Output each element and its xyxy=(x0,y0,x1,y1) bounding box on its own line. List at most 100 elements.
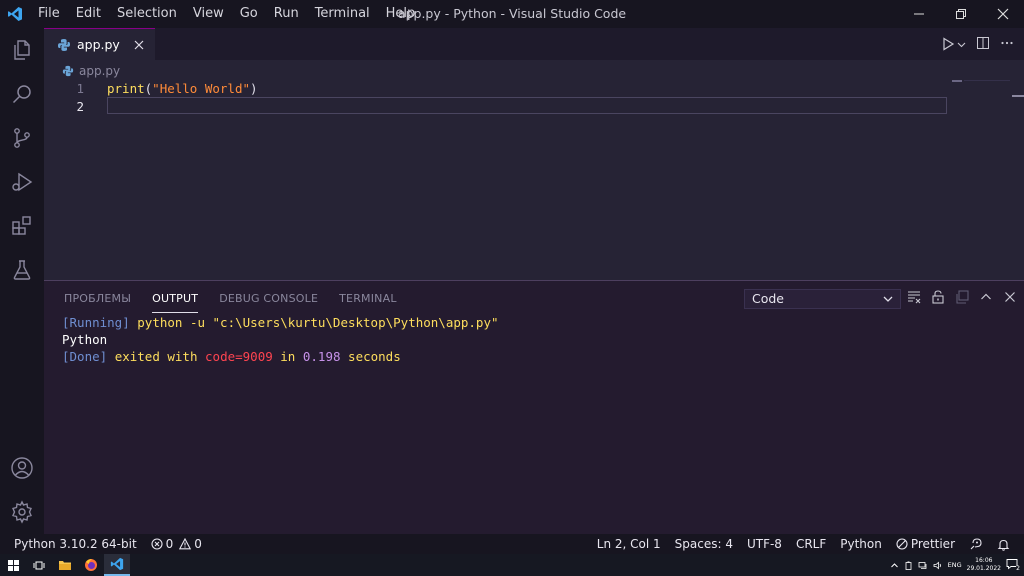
account-icon[interactable] xyxy=(0,446,44,490)
file-encoding[interactable]: UTF-8 xyxy=(747,537,782,551)
elapsed-value: 0.198 xyxy=(302,349,341,364)
output-channel-select[interactable]: Code xyxy=(744,289,901,309)
volume-icon[interactable] xyxy=(933,561,943,570)
line-number: 2 xyxy=(76,99,84,114)
run-debug-icon[interactable] xyxy=(0,160,44,204)
unlock-icon xyxy=(932,290,944,304)
output-line-result: Python xyxy=(62,332,108,347)
lock-scroll-button[interactable] xyxy=(930,289,946,305)
done-tag: [Done] xyxy=(62,349,108,364)
extensions-icon[interactable] xyxy=(0,204,44,248)
split-editor-icon xyxy=(977,36,989,49)
output-channel-value: Code xyxy=(752,291,785,306)
open-file-icon xyxy=(956,290,969,304)
start-button[interactable] xyxy=(0,554,26,576)
open-log-output-button[interactable] xyxy=(954,289,970,305)
line-number: 1 xyxy=(76,81,84,96)
breadcrumb[interactable]: app.py xyxy=(62,63,120,79)
token-function: print xyxy=(107,81,145,96)
prettier-status[interactable]: Prettier xyxy=(896,537,955,551)
current-line-highlight xyxy=(107,97,947,114)
panel-tabs: ПРОБЛЕМЫ OUTPUT DEBUG CONSOLE TERMINAL xyxy=(64,291,418,313)
minimap[interactable] xyxy=(952,80,962,82)
editor-scroll-shadow xyxy=(964,80,1010,81)
explorer-icon[interactable] xyxy=(0,28,44,72)
clock[interactable]: 16:06 29.01.2022 xyxy=(967,557,1001,573)
notifications-button[interactable] xyxy=(997,538,1010,551)
play-icon xyxy=(943,37,955,51)
testing-icon[interactable] xyxy=(0,248,44,292)
menu-go[interactable]: Go xyxy=(232,0,266,28)
prettier-label: Prettier xyxy=(910,537,955,551)
split-editor-button[interactable] xyxy=(976,35,990,54)
network-icon[interactable] xyxy=(918,561,928,570)
output-panel: ПРОБЛЕМЫ OUTPUT DEBUG CONSOLE TERMINAL C… xyxy=(44,280,1024,534)
tab-output[interactable]: OUTPUT xyxy=(152,291,199,313)
title-bar: File Edit Selection View Go Run Terminal… xyxy=(0,0,1024,28)
tab-label: app.py xyxy=(77,37,120,52)
code-editor[interactable]: 1 print("Hello World") 2 xyxy=(44,80,1024,280)
menu-terminal[interactable]: Terminal xyxy=(307,0,378,28)
maximize-panel-button[interactable] xyxy=(978,289,994,305)
chevron-up-icon[interactable] xyxy=(890,561,899,570)
close-window-button[interactable] xyxy=(982,0,1024,28)
exit-code: code=9009 xyxy=(205,349,273,364)
warning-icon xyxy=(179,538,192,550)
output-line-done: [Done] exited with code=9009 in 0.198 se… xyxy=(62,348,401,365)
folder-icon xyxy=(59,561,71,570)
close-tab-button[interactable] xyxy=(131,37,147,53)
menu-view[interactable]: View xyxy=(185,0,232,28)
firefox-taskbar-button[interactable] xyxy=(78,554,104,576)
tab-problems[interactable]: ПРОБЛЕМЫ xyxy=(64,291,131,313)
chevron-up-icon xyxy=(981,293,991,300)
error-count: 0 xyxy=(165,537,174,551)
action-center-button[interactable]: 2 xyxy=(1006,558,1020,572)
ellipsis-icon xyxy=(1001,41,1013,44)
battery-icon[interactable] xyxy=(904,561,913,570)
minimize-icon xyxy=(914,13,924,15)
code-line: 2 xyxy=(44,97,1024,116)
vscode-logo-icon xyxy=(0,0,30,28)
firefox-icon xyxy=(85,559,97,571)
clear-output-button[interactable] xyxy=(906,289,922,305)
source-control-icon[interactable] xyxy=(0,116,44,160)
python-file-icon xyxy=(62,65,74,77)
cursor-position[interactable]: Ln 2, Col 1 xyxy=(597,537,661,551)
python-file-icon xyxy=(58,38,70,51)
warning-count: 0 xyxy=(194,537,202,551)
menu-run[interactable]: Run xyxy=(266,0,307,28)
tab-terminal[interactable]: TERMINAL xyxy=(339,291,397,313)
indentation-setting[interactable]: Spaces: 4 xyxy=(675,537,733,551)
language-mode[interactable]: Python xyxy=(840,537,882,551)
python-interpreter-selector[interactable]: Python 3.10.2 64-bit xyxy=(14,537,137,551)
close-icon xyxy=(1005,292,1015,302)
close-panel-button[interactable] xyxy=(1002,289,1018,305)
activity-bar xyxy=(0,28,44,534)
minimize-button[interactable] xyxy=(898,0,940,28)
more-actions-button[interactable] xyxy=(1000,35,1014,54)
line-code: print("Hello World") xyxy=(107,80,258,98)
run-command: python -u "c:\Users\kurtu\Desktop\Python… xyxy=(137,315,499,330)
menu-selection[interactable]: Selection xyxy=(109,0,185,28)
settings-gear-icon[interactable] xyxy=(0,490,44,534)
end-of-line[interactable]: CRLF xyxy=(796,537,826,551)
tab-app-py[interactable]: app.py xyxy=(44,28,155,60)
search-icon[interactable] xyxy=(0,72,44,116)
window-controls xyxy=(898,0,1024,28)
run-python-file-button[interactable] xyxy=(941,37,966,51)
menu-file[interactable]: File xyxy=(30,0,68,28)
task-view-icon xyxy=(33,561,45,569)
vscode-taskbar-button[interactable] xyxy=(104,554,130,576)
menu-help[interactable]: Help xyxy=(378,0,424,28)
file-explorer-taskbar-button[interactable] xyxy=(52,554,78,576)
problems-indicator[interactable]: 0 0 xyxy=(151,537,202,551)
clock-time: 16:06 xyxy=(975,557,993,564)
restore-button[interactable] xyxy=(940,0,982,28)
token-paren-close: ) xyxy=(250,81,258,96)
tab-debug-console[interactable]: DEBUG CONSOLE xyxy=(219,291,318,313)
task-view-button[interactable] xyxy=(26,554,52,576)
menu-edit[interactable]: Edit xyxy=(68,0,109,28)
close-icon xyxy=(997,8,1009,20)
feedback-button[interactable] xyxy=(969,537,983,551)
input-language[interactable]: ENG xyxy=(948,561,962,569)
